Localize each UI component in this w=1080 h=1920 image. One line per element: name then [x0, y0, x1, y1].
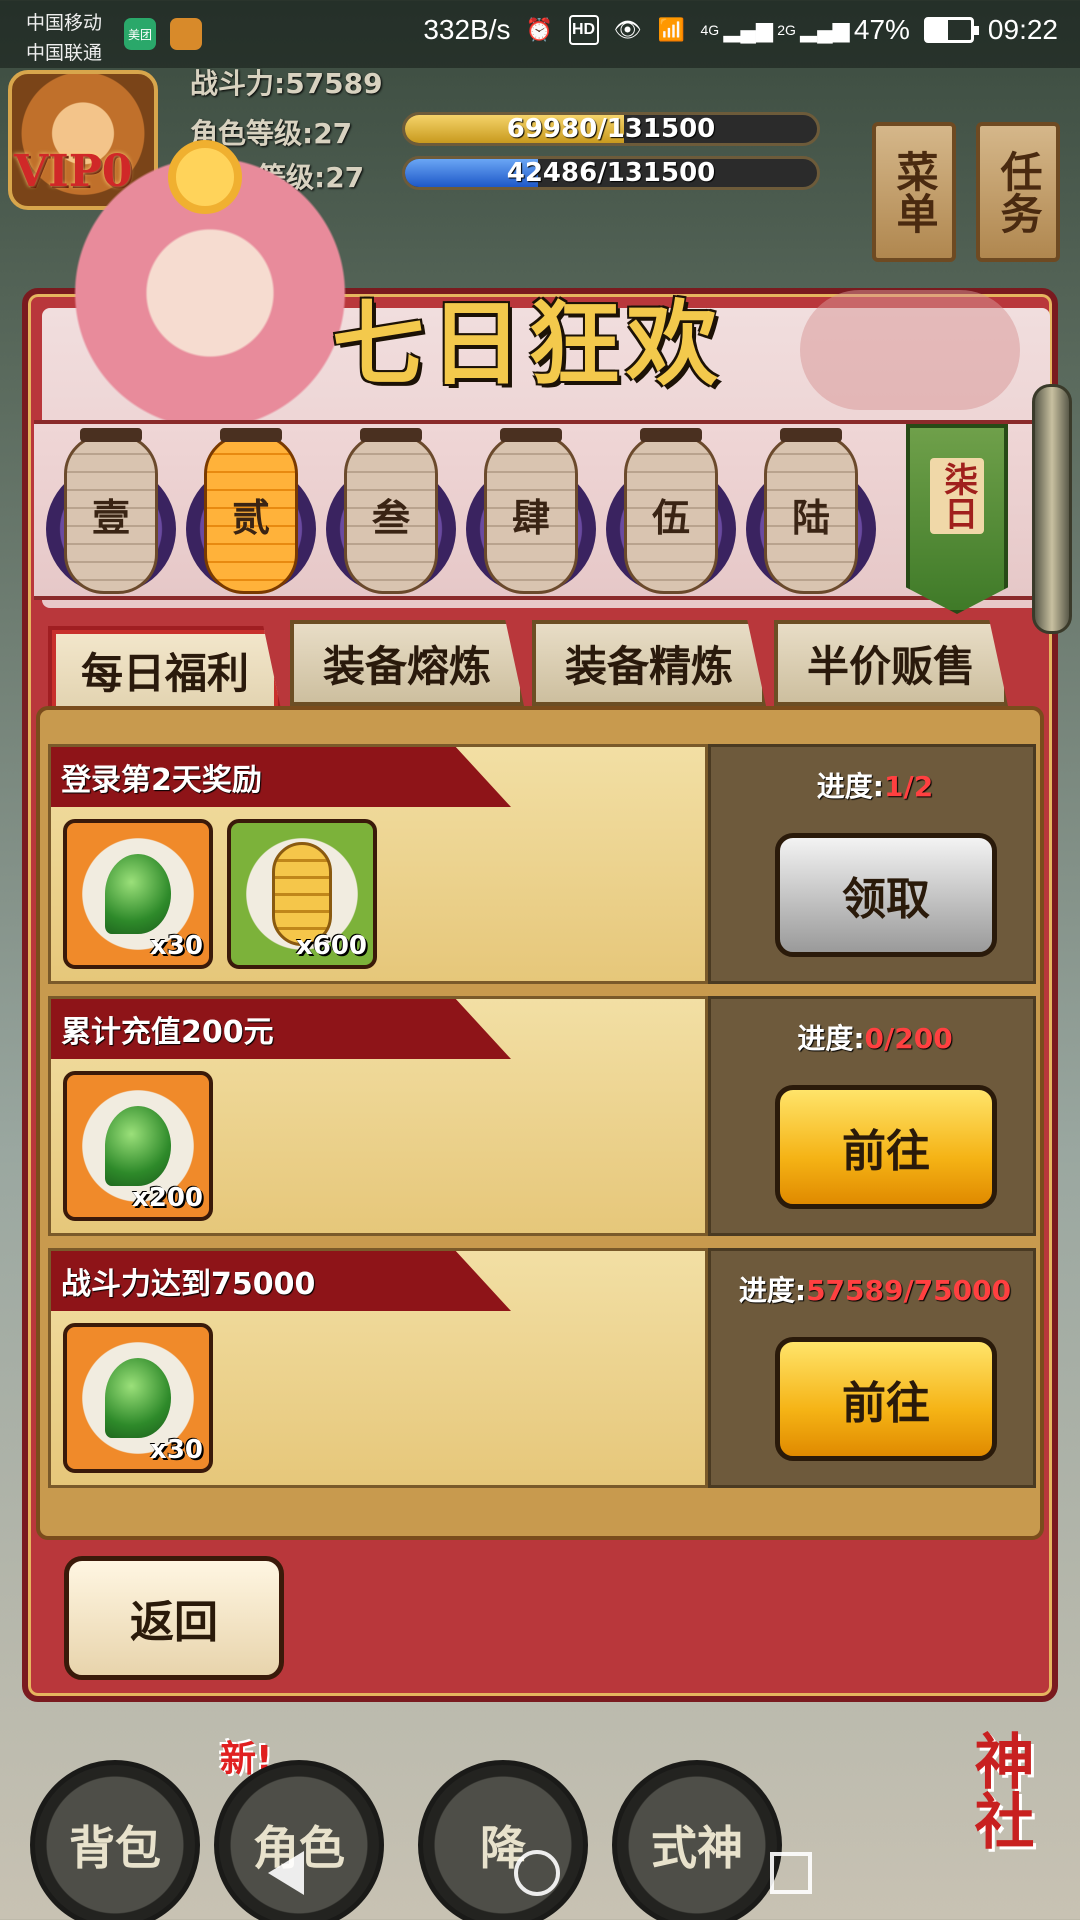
- lantern-cap: [500, 428, 562, 442]
- task-row: 累计充值200元 x200 进度:0/200 前往: [48, 996, 1036, 1236]
- dialog-title: 七日狂欢: [332, 290, 725, 398]
- menu-button[interactable]: 菜单: [872, 122, 956, 262]
- gem-icon: [105, 1358, 171, 1438]
- clock: 09:22: [987, 14, 1058, 45]
- reward-item[interactable]: x30: [63, 819, 213, 969]
- task-progress: 进度:1/2: [711, 765, 1039, 805]
- day-lantern-label: 肆: [484, 434, 578, 594]
- recent-apps-nav-icon[interactable]: [770, 1852, 812, 1894]
- progress-value: 0/200: [864, 1022, 953, 1055]
- role-exp-bar: 69980/131500: [402, 112, 820, 146]
- signal-icon: ▂▄▆: [723, 17, 773, 42]
- day-lantern-1[interactable]: 壹: [46, 428, 176, 598]
- tab-3[interactable]: 装备精炼: [532, 620, 766, 706]
- task-progress: 进度:57589/75000: [711, 1269, 1039, 1309]
- android-nav-bar: [0, 1826, 1080, 1920]
- day-lantern-4[interactable]: 肆: [466, 428, 596, 598]
- cloud-decoration: [800, 290, 1020, 410]
- battery-percent: 47%: [853, 14, 910, 45]
- day-lantern-label: 陆: [764, 434, 858, 594]
- reward-item[interactable]: x30: [63, 1323, 213, 1473]
- network-2g-label: 2G: [777, 22, 796, 38]
- day-lantern-6[interactable]: 陆: [746, 428, 876, 598]
- go-button[interactable]: 前往: [775, 1337, 997, 1461]
- eye-icon: 👁: [613, 17, 642, 42]
- day7-banner[interactable]: 柒日: [906, 424, 1008, 614]
- tab-1[interactable]: 每日福利: [48, 626, 282, 714]
- day-lantern-5[interactable]: 伍: [606, 428, 736, 598]
- carrier-1: 中国移动: [26, 13, 103, 34]
- role-exp-text: 69980/131500: [506, 114, 716, 144]
- tab-2[interactable]: 装备熔炼: [290, 620, 524, 706]
- progress-label: 进度:: [816, 770, 884, 803]
- task-row: 登录第2天奖励 x30 x600 进度:1/2 领取: [48, 744, 1036, 984]
- task-list[interactable]: 登录第2天奖励 x30 x600 进度:1/2 领取 累计充值200元 x200 进度:0/2…: [36, 706, 1044, 1540]
- scroll-handle[interactable]: [1032, 384, 1072, 634]
- task-button[interactable]: 任务: [976, 122, 1060, 262]
- lantern-cap: [360, 428, 422, 442]
- progress-label: 进度:: [797, 1022, 865, 1055]
- reward-quantity: x600: [295, 931, 367, 961]
- home-nav-icon[interactable]: [514, 1850, 560, 1896]
- task-action-area: 进度:0/200 前往: [708, 996, 1036, 1236]
- day-lantern-2[interactable]: 贰: [186, 428, 316, 598]
- combat-power: 战斗力:57589: [190, 67, 383, 100]
- lantern-cap: [80, 428, 142, 442]
- task-row: 战斗力达到75000 x30 进度:57589/75000 前往: [48, 1248, 1036, 1488]
- progress-label: 进度:: [738, 1274, 807, 1307]
- day-lantern-label: 叁: [344, 434, 438, 594]
- go-button[interactable]: 前往: [775, 1085, 997, 1209]
- day-lantern-label: 壹: [64, 434, 158, 594]
- wifi-icon: 📶: [657, 17, 686, 42]
- lantern-cap: [640, 428, 702, 442]
- task-rewards-area: 登录第2天奖励 x30 x600: [48, 744, 708, 984]
- notification-app-icon: [170, 18, 202, 50]
- progress-value: 57589/75000: [806, 1274, 1012, 1307]
- day-lantern-3[interactable]: 叁: [326, 428, 456, 598]
- task-title: 登录第2天奖励: [51, 747, 511, 807]
- hd-icon: HD: [568, 15, 599, 45]
- status-bar: 中国移动 中国联通 美团 332B/s ⏰ HD 👁 📶 4G ▂▄▆ 2G ▂…: [0, 0, 1080, 68]
- reward-item[interactable]: x200: [63, 1071, 213, 1221]
- back-nav-icon[interactable]: [268, 1851, 304, 1895]
- tab-4[interactable]: 半价贩售: [774, 620, 1008, 706]
- task-rewards-area: 战斗力达到75000 x30: [48, 1248, 708, 1488]
- gem-icon: [105, 1106, 171, 1186]
- network-4g-label: 4G: [700, 22, 720, 38]
- gem-icon: [105, 854, 171, 934]
- reward-quantity: x30: [150, 1435, 203, 1465]
- signal-2-icon: ▂▄▆: [800, 17, 850, 42]
- reward-item[interactable]: x600: [227, 819, 377, 969]
- lantern-cap: [780, 428, 842, 442]
- day-lantern-label: 贰: [204, 434, 298, 594]
- menu-button-label: 菜单: [890, 150, 940, 234]
- return-button[interactable]: 返回: [64, 1556, 284, 1680]
- network-speed: 332B/s: [423, 14, 511, 45]
- task-rewards-area: 累计充值200元 x200: [48, 996, 708, 1236]
- reward-quantity: x30: [150, 931, 203, 961]
- battery-icon: [923, 17, 979, 43]
- task-button-label: 任务: [994, 150, 1044, 234]
- progress-value: 1/2: [884, 770, 934, 803]
- second-exp-bar: 42486/131500: [402, 156, 820, 190]
- task-title: 累计充值200元: [51, 999, 511, 1059]
- day7-label: 柒日: [930, 458, 984, 534]
- claim-button[interactable]: 领取: [775, 833, 997, 957]
- reward-quantity: x200: [131, 1183, 203, 1213]
- halo-ornament-icon: [168, 140, 242, 214]
- meituan-app-icon: 美团: [124, 18, 156, 50]
- task-action-area: 进度:57589/75000 前往: [708, 1248, 1036, 1488]
- day-lantern-label: 伍: [624, 434, 718, 594]
- alarm-icon: ⏰: [525, 17, 554, 42]
- task-title: 战斗力达到75000: [51, 1251, 511, 1311]
- lantern-cap: [220, 428, 282, 442]
- task-action-area: 进度:1/2 领取: [708, 744, 1036, 984]
- task-progress: 进度:0/200: [711, 1017, 1039, 1057]
- second-exp-text: 42486/131500: [506, 158, 716, 188]
